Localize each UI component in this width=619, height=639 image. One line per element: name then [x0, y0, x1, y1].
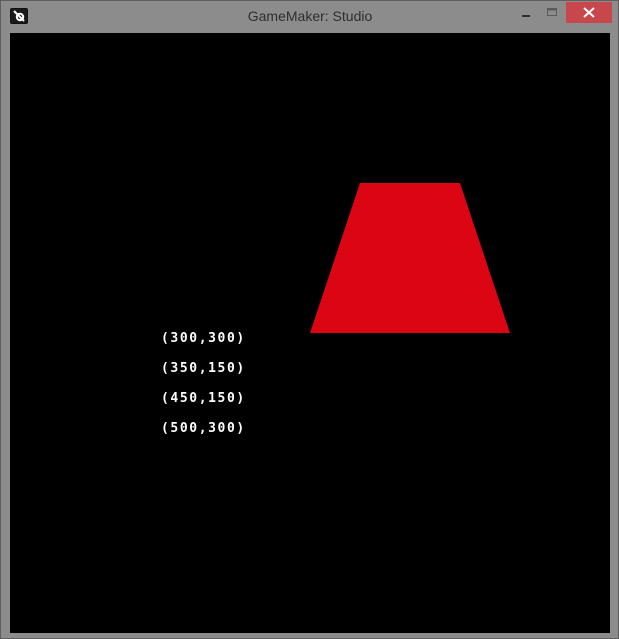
window-title: GameMaker: Studio [247, 8, 373, 24]
close-icon [583, 7, 595, 18]
app-window: GameMaker: Studio (300,300) (350,150) (450… [0, 0, 619, 639]
maximize-button[interactable] [539, 2, 565, 23]
title-bar[interactable]: GameMaker: Studio [1, 1, 618, 32]
coordinate-label: (350,150) [161, 361, 246, 376]
close-button[interactable] [566, 2, 612, 23]
coordinate-label: (300,300) [161, 331, 246, 346]
game-canvas[interactable]: (300,300) (350,150) (450,150) (500,300) [10, 33, 610, 633]
maximize-icon [547, 8, 557, 16]
minimize-icon [522, 15, 530, 17]
coordinate-list: (300,300) (350,150) (450,150) (500,300) [161, 329, 246, 449]
coordinate-label: (450,150) [161, 391, 246, 406]
gamemaker-logo-icon[interactable] [10, 8, 28, 24]
scene-layer [310, 183, 510, 333]
minimize-button[interactable] [513, 2, 539, 23]
red-trapezoid [310, 183, 510, 333]
coordinate-label: (500,300) [161, 421, 246, 436]
